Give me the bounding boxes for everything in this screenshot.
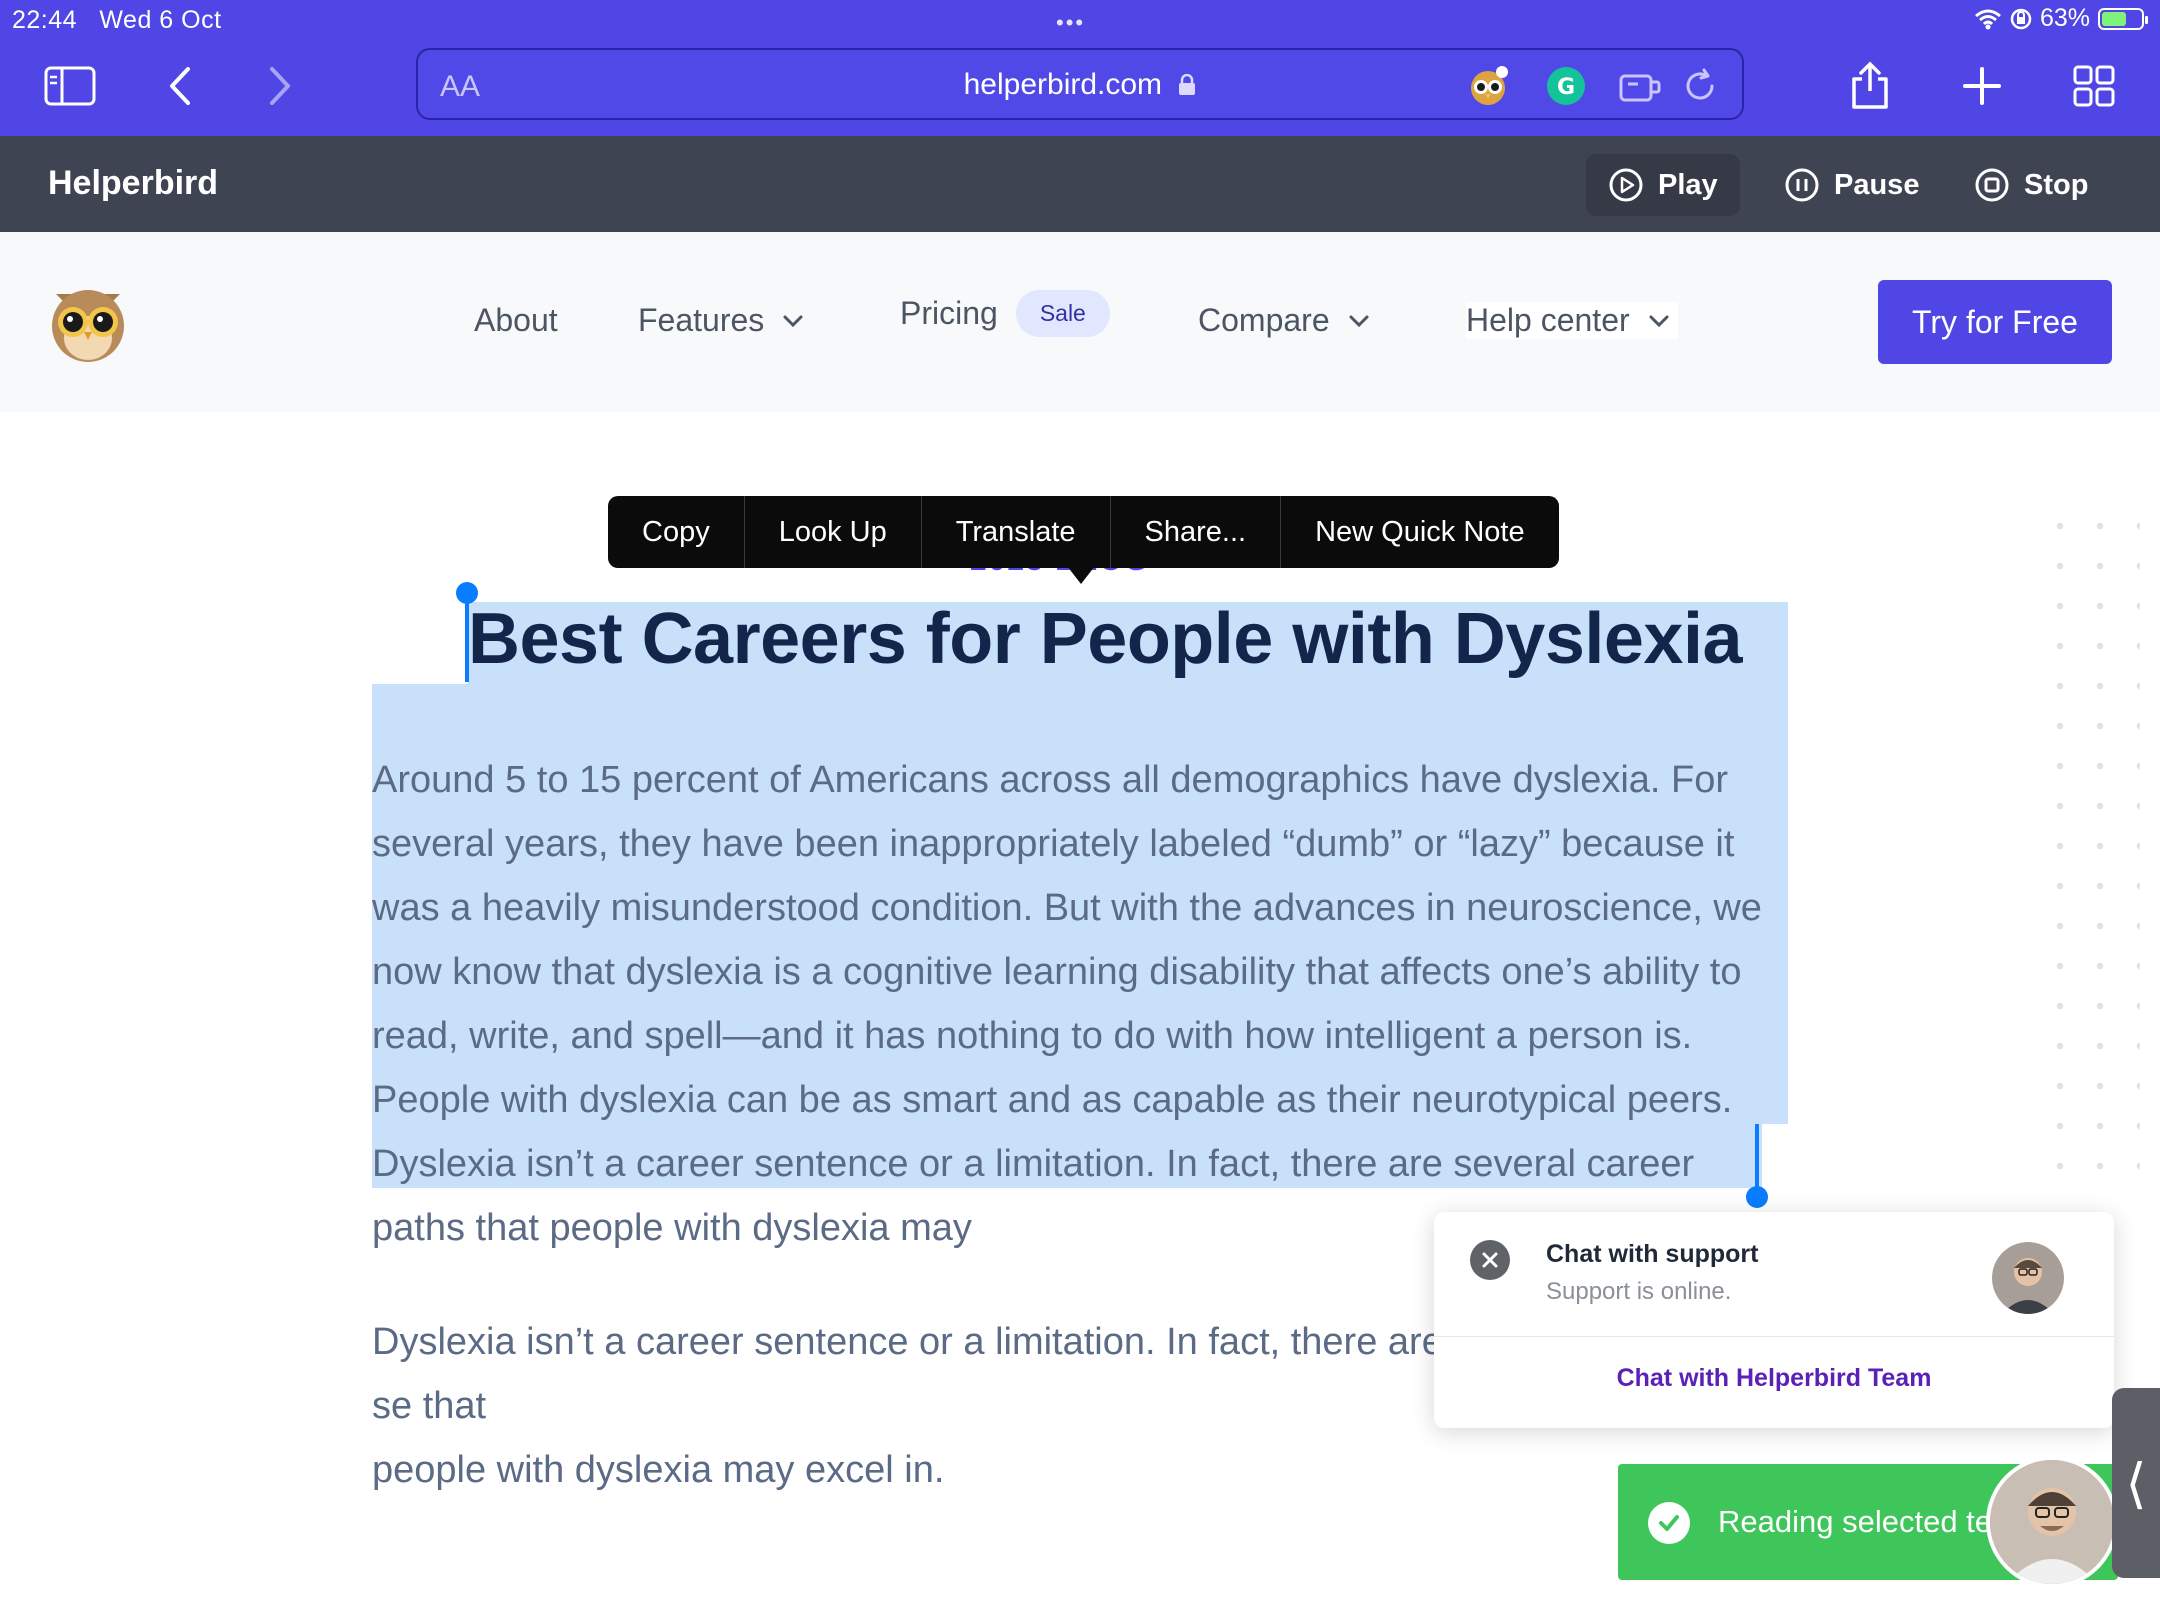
- nav-features-label: Features: [638, 302, 765, 338]
- tab-overview-icon[interactable]: [2064, 56, 2124, 116]
- stop-icon: [1975, 168, 2009, 202]
- forward-icon[interactable]: [250, 56, 310, 116]
- battery-level: [2102, 11, 2126, 26]
- url-host: helperbird.com: [963, 68, 1163, 101]
- nav-about[interactable]: About: [474, 302, 558, 339]
- svg-text:G: G: [1557, 75, 1575, 100]
- lock-icon: [1179, 73, 1196, 95]
- chevron-down-icon: [783, 315, 803, 327]
- chevron-down-icon: [1649, 315, 1669, 327]
- play-label: Play: [1658, 168, 1718, 201]
- article-paragraph-text: Dyslexia isn’t a career sentence or a li…: [372, 1321, 1443, 1427]
- article-paragraph-text: people with dyslexia may excel in.: [372, 1449, 945, 1491]
- menu-item-look-up[interactable]: Look Up: [745, 496, 922, 568]
- chat-launcher-avatar[interactable]: [1990, 1460, 2114, 1584]
- nav-help-center-label: Help center: [1466, 302, 1630, 338]
- menu-item-share[interactable]: Share...: [1111, 496, 1282, 568]
- pause-button[interactable]: Pause: [1762, 154, 1941, 216]
- selection-end-handle[interactable]: [1746, 1186, 1768, 1208]
- nav-features[interactable]: Features: [638, 302, 804, 339]
- menu-item-new-quick-note[interactable]: New Quick Note: [1281, 496, 1559, 568]
- close-icon[interactable]: [1470, 1240, 1510, 1280]
- divider: [1434, 1336, 2114, 1337]
- nav-pricing-label: Pricing: [900, 295, 998, 331]
- helperbird-toolbar: Helperbird Play Pause Stop: [0, 136, 2160, 232]
- selection-start-caret: [465, 594, 469, 682]
- reload-icon[interactable]: [1678, 64, 1722, 108]
- battery-icon: [2098, 7, 2148, 30]
- nav-about-label: About: [474, 302, 558, 338]
- chat-status: Support is online.: [1546, 1278, 1732, 1305]
- play-icon: [1609, 168, 1643, 202]
- chevron-left-icon: ⟨: [2125, 1453, 2147, 1514]
- text-selection-menu: Copy Look Up Translate Share... New Quic…: [608, 496, 1559, 568]
- menu-item-copy[interactable]: Copy: [608, 496, 745, 568]
- orientation-lock-icon: [2010, 8, 2032, 29]
- nav-compare-label: Compare: [1198, 302, 1330, 338]
- pause-icon: [1785, 168, 1819, 202]
- helperbird-brand: Helperbird: [48, 164, 219, 202]
- article-paragraph: Dyslexia isn’t a career sentence or a li…: [372, 1310, 1472, 1502]
- site-navigation: About Features Pricing Sale Compare Help…: [0, 232, 2160, 412]
- toast-message: Reading selected te: [1718, 1504, 1993, 1539]
- back-icon[interactable]: [150, 56, 210, 116]
- try-for-free-button[interactable]: Try for Free: [1878, 280, 2112, 364]
- sale-badge: Sale: [1015, 290, 1110, 337]
- address-bar[interactable]: AA helperbird.com G: [416, 48, 1744, 120]
- status-date: Wed 6 Oct: [99, 6, 222, 34]
- stop-button[interactable]: Stop: [1952, 154, 2110, 216]
- pause-label: Pause: [1834, 168, 1920, 201]
- status-time-date: 22:44 Wed 6 Oct: [12, 6, 222, 35]
- chat-title: Chat with support: [1546, 1240, 1759, 1268]
- chat-popup: Chat with support Support is online. Cha…: [1434, 1212, 2114, 1428]
- article-title: Best Careers for People with Dyslexia: [468, 599, 1743, 679]
- menu-item-translate[interactable]: Translate: [922, 496, 1111, 568]
- checkmark-icon: [1648, 1502, 1690, 1544]
- grammarly-icon[interactable]: G: [1544, 64, 1588, 108]
- play-button[interactable]: Play: [1586, 154, 1740, 216]
- wifi-icon: [1974, 9, 2001, 29]
- new-tab-icon[interactable]: [1952, 56, 2012, 116]
- sidebar-icon[interactable]: [40, 56, 100, 116]
- stop-label: Stop: [2024, 168, 2089, 201]
- status-indicators: 63%: [1974, 4, 2148, 33]
- browser-chrome: 22:44 Wed 6 Oct ••• 63% AA helperbird.co: [0, 0, 2160, 136]
- article-paragraph: Around 5 to 15 percent of Americans acro…: [372, 759, 1762, 1249]
- status-time: 22:44: [12, 6, 78, 34]
- nav-compare[interactable]: Compare: [1198, 302, 1370, 339]
- menu-pointer: [1067, 566, 1095, 584]
- battery-percent: 63%: [2039, 4, 2090, 32]
- extension-icon[interactable]: [1618, 64, 1662, 108]
- helperbird-logo[interactable]: [46, 280, 130, 364]
- chat-with-team-link[interactable]: Chat with Helperbird Team: [1434, 1364, 2114, 1393]
- dot-pattern-decoration: [2040, 506, 2140, 1196]
- avatar: [1992, 1242, 2064, 1314]
- chevron-down-icon: [1349, 315, 1369, 327]
- collapse-panel-tab[interactable]: ⟨: [2112, 1388, 2160, 1578]
- nav-help-center[interactable]: Help center: [1466, 302, 1678, 339]
- multitasking-dots-icon[interactable]: •••: [1056, 10, 1085, 36]
- nav-pricing[interactable]: Pricing Sale: [900, 290, 1110, 337]
- share-icon[interactable]: [1840, 56, 1900, 116]
- helperbird-extension-icon[interactable]: [1466, 64, 1510, 108]
